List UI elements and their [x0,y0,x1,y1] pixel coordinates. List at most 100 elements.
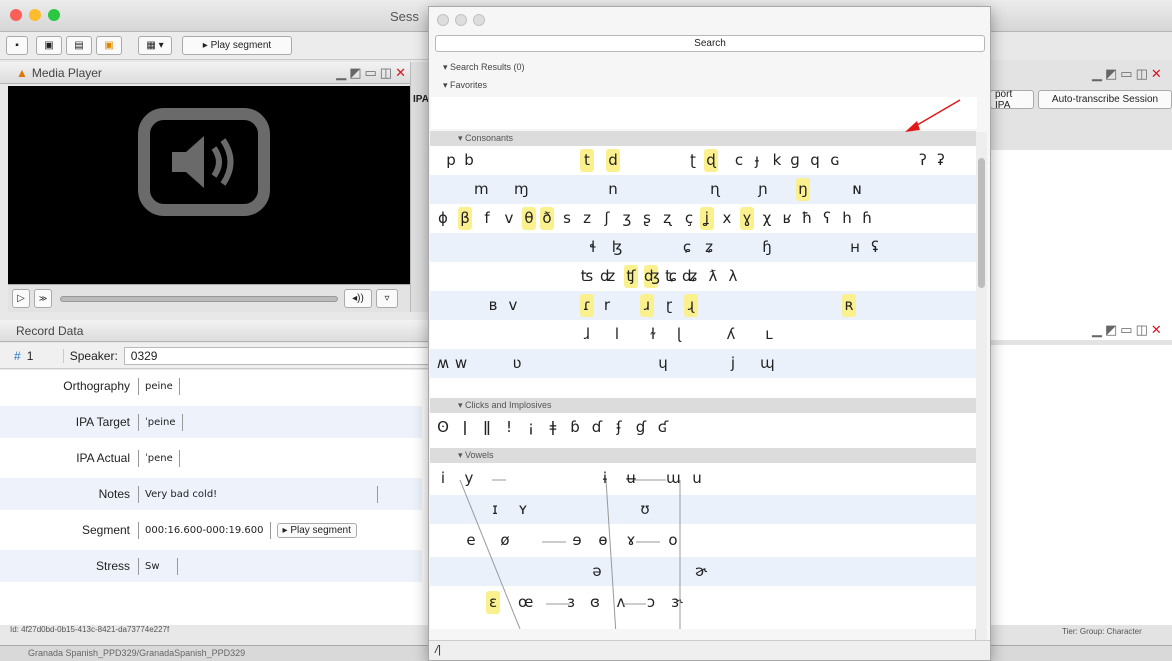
ipa-close-button[interactable] [437,14,449,26]
ipa-symbol[interactable]: ʟ [762,323,776,346]
search-results-toggle[interactable]: ▾ Search Results (0) [443,62,525,73]
ipa-symbol[interactable]: ʐ [660,207,674,230]
ipa-symbol[interactable]: ʘ [436,416,450,439]
ipa-symbol[interactable]: ø [498,529,512,552]
ipa-symbol[interactable]: ɥ [656,352,670,375]
ipa-symbol[interactable]: w [454,352,468,375]
ipa-symbol[interactable]: ɨ [598,467,612,490]
stress-value[interactable]: Sw [138,557,178,575]
ipa-symbol[interactable]: ɟ [750,149,764,172]
ipa-symbol[interactable]: t [580,149,594,172]
ipa-symbol[interactable]: ɦ [860,207,874,230]
ipa-symbol[interactable]: b [462,149,476,172]
ipa-symbol[interactable]: ɛ [486,591,500,614]
ipa-symbol[interactable]: ɝ [670,591,684,614]
ipa-target-value[interactable]: ˈpeine [138,413,183,431]
ipa-symbol[interactable]: ʙ [486,294,500,317]
ipa-symbol[interactable]: ǁ [480,416,494,439]
ipa-symbol[interactable]: ʂ [640,207,654,230]
duplicate-record-icon[interactable]: ▤ [66,36,92,55]
auto-transcribe-button[interactable]: Auto-transcribe Session [1038,90,1172,109]
ipa-symbol[interactable]: x [720,207,734,230]
ipa-symbol[interactable]: ʔ [916,149,930,172]
export-ipa-button[interactable]: port IPA [990,89,1034,111]
ipa-actual-value[interactable]: ˈpene [138,449,180,467]
ipa-symbol[interactable]: ɹ [640,294,654,317]
vowels-section-toggle[interactable]: ▾ Vowels [430,448,976,463]
ipa-symbol[interactable]: i [436,467,450,490]
ipa-symbol[interactable]: r [600,294,614,317]
ipa-symbol[interactable]: ð [540,207,554,230]
ipa-symbol[interactable]: f [480,207,494,230]
ipa-symbol[interactable]: ɣ [740,207,754,230]
ipa-symbol[interactable]: ʝ [700,207,714,230]
ipa-symbol[interactable]: ʏ [516,498,530,521]
ipa-symbol[interactable]: ʦ [580,265,594,288]
ipa-symbol[interactable]: ɸ [436,207,450,230]
ipa-symbol[interactable]: ɫ [646,323,660,346]
play-icon[interactable]: ▷ [12,289,30,308]
ipa-symbol[interactable]: ɤ [624,529,638,552]
favorites-toggle[interactable]: ▾ Favorites [443,80,487,91]
ipa-symbol[interactable]: ɔ [644,591,658,614]
delete-record-icon[interactable]: ▣ [96,36,122,55]
ipa-symbol[interactable]: ɞ [588,591,602,614]
ipa-symbol[interactable]: ɭ [672,323,686,346]
ipa-symbol[interactable]: ɪ [488,498,502,521]
ipa-symbol[interactable]: ħ [800,207,814,230]
ipa-symbol[interactable]: ɬ [586,236,600,259]
ipa-symbol[interactable]: ʍ [436,352,450,375]
save-icon[interactable]: ▪ [6,36,28,55]
ipa-symbol[interactable]: ɢ [828,149,842,172]
ipa-scrollbar[interactable] [975,132,987,640]
ipa-symbol[interactable]: ʀ [842,294,856,317]
ipa-scroll-thumb[interactable] [978,158,985,288]
ipa-symbol[interactable]: ç [682,207,696,230]
ipa-symbol[interactable]: ɱ [514,178,529,201]
ipa-symbol[interactable]: χ [760,207,774,230]
ipa-symbol[interactable]: y [462,467,476,490]
ipa-symbol[interactable]: ɖ [704,149,718,172]
play-segment-toolbar-button[interactable]: ▸ Play segment [182,36,292,55]
ipa-symbol[interactable]: ʨ [664,265,678,288]
ipa-symbol[interactable]: d [606,149,620,172]
ipa-symbol[interactable]: q [808,149,822,172]
ipa-symbol[interactable]: ! [502,416,516,439]
media-menu-icon[interactable]: ▿ [376,289,398,308]
ipa-minimize-button[interactable] [455,14,467,26]
ipa-symbol[interactable]: ʧ [624,265,638,288]
ipa-symbol[interactable]: œ [518,591,533,614]
ipa-input-field[interactable]: /| [429,640,990,660]
ipa-symbol[interactable]: o [666,529,680,552]
ipa-symbol[interactable]: θ [522,207,536,230]
ipa-symbol[interactable]: ɓ [568,416,582,439]
ipa-symbol[interactable]: λ [726,265,740,288]
clicks-section-toggle[interactable]: ▾ Clicks and Implosives [430,398,976,413]
search-button[interactable]: Search [435,35,985,52]
panel-controls[interactable]: ▁ ◩ ▭ ◫ ✕ [336,65,406,81]
ipa-symbol[interactable]: u [690,467,704,490]
ipa-symbol[interactable]: ʄ [612,416,626,439]
ipa-symbol[interactable]: ƛ [706,265,720,288]
ipa-symbol[interactable]: ɗ [590,416,604,439]
ipa-symbol[interactable]: ʁ [780,207,794,230]
seek-slider[interactable] [60,296,338,302]
ipa-symbol[interactable]: ɲ [756,178,770,201]
orthography-value[interactable]: peine [138,377,180,395]
right-panel-controls[interactable]: ▁ ◩ ▭ ◫ ✕ [1092,66,1162,82]
view-menu-button[interactable]: ▦ ▾ [138,36,172,55]
minimize-window-button[interactable] [29,9,41,21]
ipa-symbol[interactable]: l [610,323,624,346]
ipa-symbol[interactable]: ʣ [600,265,615,288]
ipa-symbol[interactable]: ʤ [644,265,660,288]
segment-value[interactable]: 000:16.600-000:19.600 [138,521,271,539]
ipa-symbol[interactable]: ʜ [848,236,862,259]
new-record-icon[interactable]: ▣ [36,36,62,55]
ipa-symbol[interactable]: ɜ [564,591,578,614]
ipa-symbol[interactable]: ɡ [788,149,802,172]
ipa-symbol[interactable]: ¡ [524,416,538,439]
ipa-symbol[interactable]: v [502,207,516,230]
ipa-symbol[interactable]: ʃ [600,207,614,230]
ipa-symbol[interactable]: ɯ [666,467,681,490]
ipa-symbol[interactable]: ʒ [620,207,634,230]
